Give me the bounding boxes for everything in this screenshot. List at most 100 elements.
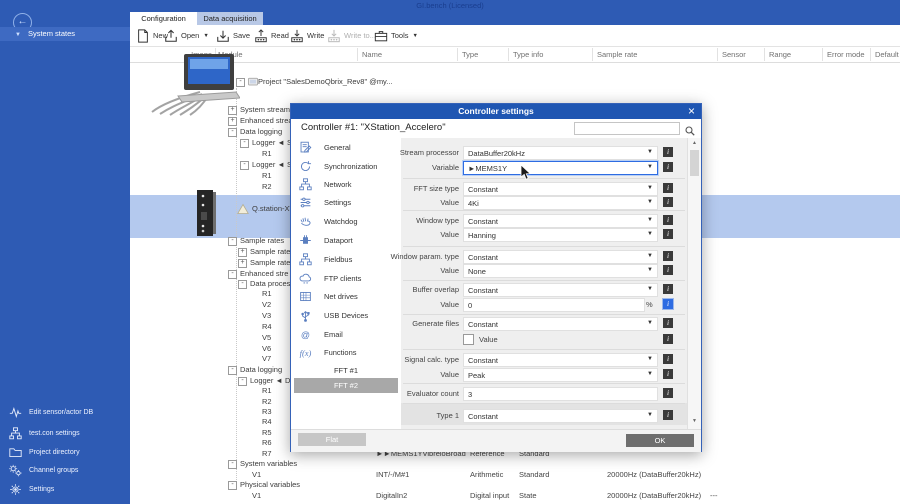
info-button[interactable]: i	[663, 299, 673, 309]
info-button[interactable]: i	[663, 197, 673, 207]
tree-item-system-streams[interactable]: System streams	[240, 105, 294, 114]
tree-expander[interactable]: -	[228, 366, 237, 375]
tree-expander[interactable]: -	[228, 270, 237, 279]
tree-item-r4[interactable]: R4	[262, 322, 272, 331]
tree-item-v6[interactable]: V6	[262, 344, 271, 353]
info-button[interactable]: i	[663, 229, 673, 239]
sidebar-item-edit-sensor-actor-db[interactable]: Edit sensor/actor DB	[8, 405, 93, 419]
column-header-name[interactable]: Name	[362, 50, 442, 59]
tools-button[interactable]: Tools ▼	[374, 27, 418, 44]
tree-expander[interactable]: -	[238, 377, 247, 386]
info-button[interactable]: i	[663, 318, 673, 328]
chevron-down-icon[interactable]: ▼	[647, 371, 653, 377]
tree-item-physical-variables[interactable]: Physical variables	[240, 480, 300, 489]
dropdown-type-1[interactable]: Constant▼	[463, 409, 658, 423]
tree-expander[interactable]: -	[238, 280, 247, 289]
sidebar-item-system-states[interactable]: ▼System states	[0, 27, 130, 41]
tree-item-r1[interactable]: R1	[262, 386, 272, 395]
tree-expander[interactable]: +	[228, 117, 237, 126]
chevron-down-icon[interactable]: ▼	[647, 253, 653, 259]
tree-item-r2[interactable]: R2	[262, 182, 272, 191]
dropdown-value[interactable]: Peak▼	[463, 368, 658, 382]
sidebar-item-channel-groups[interactable]: Channel groups	[8, 463, 78, 477]
column-header-default-value[interactable]: Default value	[875, 50, 900, 59]
dropdown-stream-processor[interactable]: DataBuffer20kHz▼	[463, 146, 658, 160]
tree-expander[interactable]: -	[240, 161, 249, 170]
dropdown-generate-files[interactable]: Constant▼	[463, 317, 658, 331]
tree-item-q-station-xt[interactable]: Q.station-XT	[252, 204, 294, 213]
dropdown-window-param-type[interactable]: Constant▼	[463, 250, 658, 264]
info-button[interactable]: i	[663, 147, 673, 157]
dropdown-value[interactable]: Hanning▼	[463, 228, 658, 242]
info-button[interactable]: i	[663, 354, 673, 364]
sidebar-item-settings[interactable]: Settings	[8, 482, 54, 496]
tree-expander[interactable]: +	[238, 259, 247, 268]
column-header-error-mode[interactable]: Error mode	[827, 50, 869, 59]
tree-item-r1[interactable]: R1	[262, 171, 272, 180]
info-button[interactable]: i	[663, 410, 673, 420]
tree-item-enhanced-stre[interactable]: Enhanced stre	[240, 269, 288, 278]
column-header-sample-rate[interactable]: Sample rate	[597, 50, 687, 59]
tree-item-v2[interactable]: V2	[262, 300, 271, 309]
info-button[interactable]: i	[663, 369, 673, 379]
tree-item-r2[interactable]: R2	[262, 397, 272, 406]
info-button[interactable]: i	[663, 183, 673, 193]
tree-item-sample-rate[interactable]: Sample rate	[250, 247, 290, 256]
dropdown-value[interactable]: 4Ki▼	[463, 196, 658, 210]
info-button[interactable]: i	[663, 284, 673, 294]
info-button[interactable]: i	[663, 388, 673, 398]
tab-data-acquisition[interactable]: Data acquisition	[197, 12, 263, 25]
dropdown-window-type[interactable]: Constant▼	[463, 214, 658, 228]
chevron-down-icon[interactable]: ▼	[647, 356, 653, 362]
tree-expander[interactable]: -	[228, 128, 237, 137]
tree-expander[interactable]: -	[228, 460, 237, 469]
input-evaluator-count[interactable]: 3	[463, 387, 658, 401]
tree-item-r6[interactable]: R6	[262, 438, 272, 447]
sidebar-item-project-directory[interactable]: Project directory	[8, 445, 80, 459]
tree-item-data-logging[interactable]: Data logging	[240, 365, 282, 374]
tree-expander[interactable]: -	[228, 481, 237, 490]
tree-item-sample-rate[interactable]: Sample rate	[250, 258, 290, 267]
column-header-sensor[interactable]: Sensor	[722, 50, 762, 59]
dropdown-fft-size-type[interactable]: Constant▼	[463, 182, 658, 196]
chevron-down-icon[interactable]: ▼	[647, 164, 653, 170]
flat-button[interactable]: Flat	[298, 433, 366, 446]
dropdown-buffer-overlap[interactable]: Constant▼	[463, 283, 658, 297]
tree-item-data-proces[interactable]: Data proces	[250, 279, 290, 288]
dropdown-value[interactable]: None▼	[463, 264, 658, 278]
tree-item-v5[interactable]: V5	[262, 333, 271, 342]
save-button[interactable]: Save	[216, 27, 250, 44]
info-button[interactable]: i	[663, 334, 673, 344]
chevron-down-icon[interactable]: ▼	[647, 149, 653, 155]
tree-expander[interactable]: +	[238, 248, 247, 257]
column-header-range[interactable]: Range	[769, 50, 814, 59]
info-button[interactable]: i	[663, 215, 673, 225]
tree-item-project-salesdemoqbrix-rev8-my[interactable]: Project "SalesDemoQbrix_Rev8" @my...	[258, 77, 393, 86]
tree-item-sample-rates[interactable]: Sample rates	[240, 236, 284, 245]
tree-item-v1[interactable]: V1	[252, 470, 261, 479]
chevron-down-icon[interactable]: ▼	[647, 185, 653, 191]
chevron-down-icon[interactable]: ▼	[647, 217, 653, 223]
chevron-down-icon[interactable]: ▼	[647, 412, 653, 418]
tree-expander[interactable]: +	[228, 106, 237, 115]
input-value[interactable]: 0	[463, 298, 645, 312]
tree-item-v1[interactable]: V1	[252, 491, 261, 500]
ok-button[interactable]: OK	[626, 434, 694, 447]
write-button[interactable]: Write	[290, 27, 324, 44]
sidebar-item-test-con-settings[interactable]: test.con settings	[8, 426, 80, 440]
dialog-scrollbar[interactable]: ▲ ▼	[687, 138, 701, 429]
tree-expander[interactable]: -	[228, 237, 237, 246]
tree-item-r1[interactable]: R1	[262, 149, 272, 158]
chevron-down-icon[interactable]: ▼	[647, 320, 653, 326]
scroll-up-icon[interactable]: ▲	[688, 140, 701, 146]
tree-item-r4[interactable]: R4	[262, 417, 272, 426]
tree-item-r3[interactable]: R3	[262, 407, 272, 416]
info-button[interactable]: i	[663, 162, 673, 172]
close-icon[interactable]: ×	[688, 104, 695, 119]
search-input[interactable]	[574, 122, 680, 135]
open-button[interactable]: Open ▼	[164, 27, 209, 44]
dialog-titlebar[interactable]: Controller settings ×	[291, 104, 701, 119]
tree-expander[interactable]: -	[240, 139, 249, 148]
scroll-down-icon[interactable]: ▼	[688, 418, 701, 424]
tree-item-r5[interactable]: R5	[262, 428, 272, 437]
